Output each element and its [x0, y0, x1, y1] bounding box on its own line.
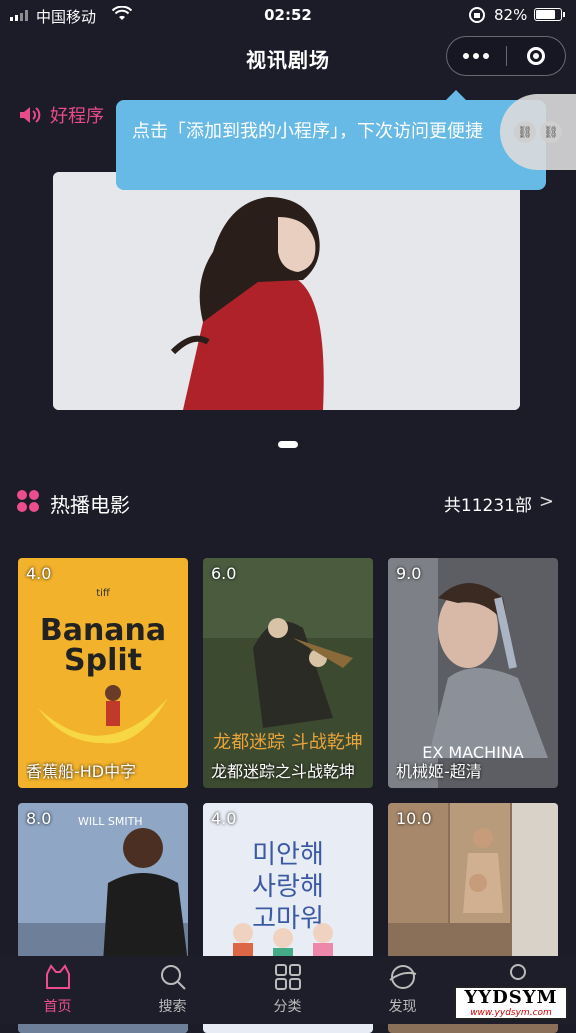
- svg-text:사랑해: 사랑해: [252, 872, 324, 902]
- movie-card[interactable]: tiff Banana Split 4.0 香蕉船-HD中字: [18, 558, 188, 788]
- tab-label: 首页: [43, 999, 72, 1015]
- close-icon: [526, 47, 545, 65]
- close-button[interactable]: [507, 47, 566, 65]
- watermark-text: YYDSYM: [464, 987, 558, 1008]
- tab-search[interactable]: 搜索: [115, 956, 230, 1024]
- speaker-icon: [20, 107, 41, 123]
- svg-text:Split: Split: [64, 643, 142, 678]
- tab-label: 分类: [273, 999, 302, 1015]
- poster-image: EX MACHINA: [388, 558, 558, 788]
- section-title: 热播电影: [50, 493, 130, 517]
- banner-image: [53, 172, 520, 410]
- add-miniprogram-tooltip[interactable]: 点击「添加到我的小程序」，下次访问更便捷: [116, 90, 546, 190]
- category-icon: [274, 964, 301, 990]
- link-handle[interactable]: ⛓ ⛓: [500, 94, 576, 170]
- grid-icon: [17, 490, 39, 512]
- svg-text:미안해: 미안해: [252, 840, 324, 870]
- hot-movies-header[interactable]: 热播电影 共11231部 >: [16, 487, 560, 517]
- svg-text:WILL SMITH: WILL SMITH: [78, 815, 143, 828]
- rating-badge: 8.0: [26, 809, 52, 828]
- tooltip-text: 点击「添加到我的小程序」，下次访问更便捷: [132, 121, 483, 142]
- watermark-logo: YYDSYM www.yydsym.com: [454, 986, 568, 1020]
- home-icon: [45, 964, 70, 989]
- status-bar: 中国移动 02:52 82%: [0, 0, 576, 32]
- rating-badge: 9.0: [396, 564, 422, 583]
- more-button[interactable]: [447, 53, 506, 59]
- rating-badge: 4.0: [211, 809, 237, 828]
- chevron-right-icon[interactable]: >: [539, 491, 554, 512]
- rotation-lock-icon: [468, 6, 486, 28]
- movie-card[interactable]: EX MACHINA 9.0 机械姬-超清: [388, 558, 558, 788]
- movie-card[interactable]: 龙都迷踪 斗战乾坤 6.0 龙都迷踪之斗战乾坤: [203, 558, 373, 788]
- movie-title: 香蕉船-HD中字: [26, 762, 137, 781]
- notice-text: 好程序: [50, 106, 104, 127]
- poster-image: tiff Banana Split: [18, 558, 188, 788]
- battery-icon: [534, 8, 565, 21]
- miniprogram-capsule: [446, 36, 566, 76]
- watermark-url: www.yydsym.com: [470, 1008, 552, 1018]
- battery-percent: 82%: [494, 6, 528, 24]
- discover-icon: [388, 965, 416, 989]
- link-icon: ⛓: [514, 121, 536, 143]
- clock: 02:52: [264, 6, 312, 24]
- carousel-indicator: [278, 441, 298, 448]
- link-icon: ⛓: [540, 121, 562, 143]
- svg-text:龙都迷踪 斗战乾坤: 龙都迷踪 斗战乾坤: [213, 732, 363, 753]
- rating-badge: 4.0: [26, 564, 52, 583]
- rating-badge: 10.0: [396, 809, 432, 828]
- poster-image: 龙都迷踪 斗战乾坤: [203, 558, 373, 788]
- search-icon: [160, 965, 186, 990]
- tab-category[interactable]: 分类: [230, 956, 345, 1024]
- banner-carousel[interactable]: [53, 172, 520, 410]
- svg-text:tiff: tiff: [96, 588, 111, 599]
- notice-bar[interactable]: 好程序: [18, 102, 104, 128]
- movie-title: 机械姬-超清: [396, 762, 482, 781]
- tab-label: 搜索: [158, 999, 187, 1015]
- rating-badge: 6.0: [211, 564, 237, 583]
- movie-count[interactable]: 共11231部: [444, 491, 532, 516]
- tab-discover[interactable]: 发现: [345, 956, 460, 1024]
- tab-label: 发现: [388, 999, 417, 1015]
- tab-home[interactable]: 首页: [0, 956, 115, 1024]
- movie-title: 龙都迷踪之斗战乾坤: [211, 762, 356, 781]
